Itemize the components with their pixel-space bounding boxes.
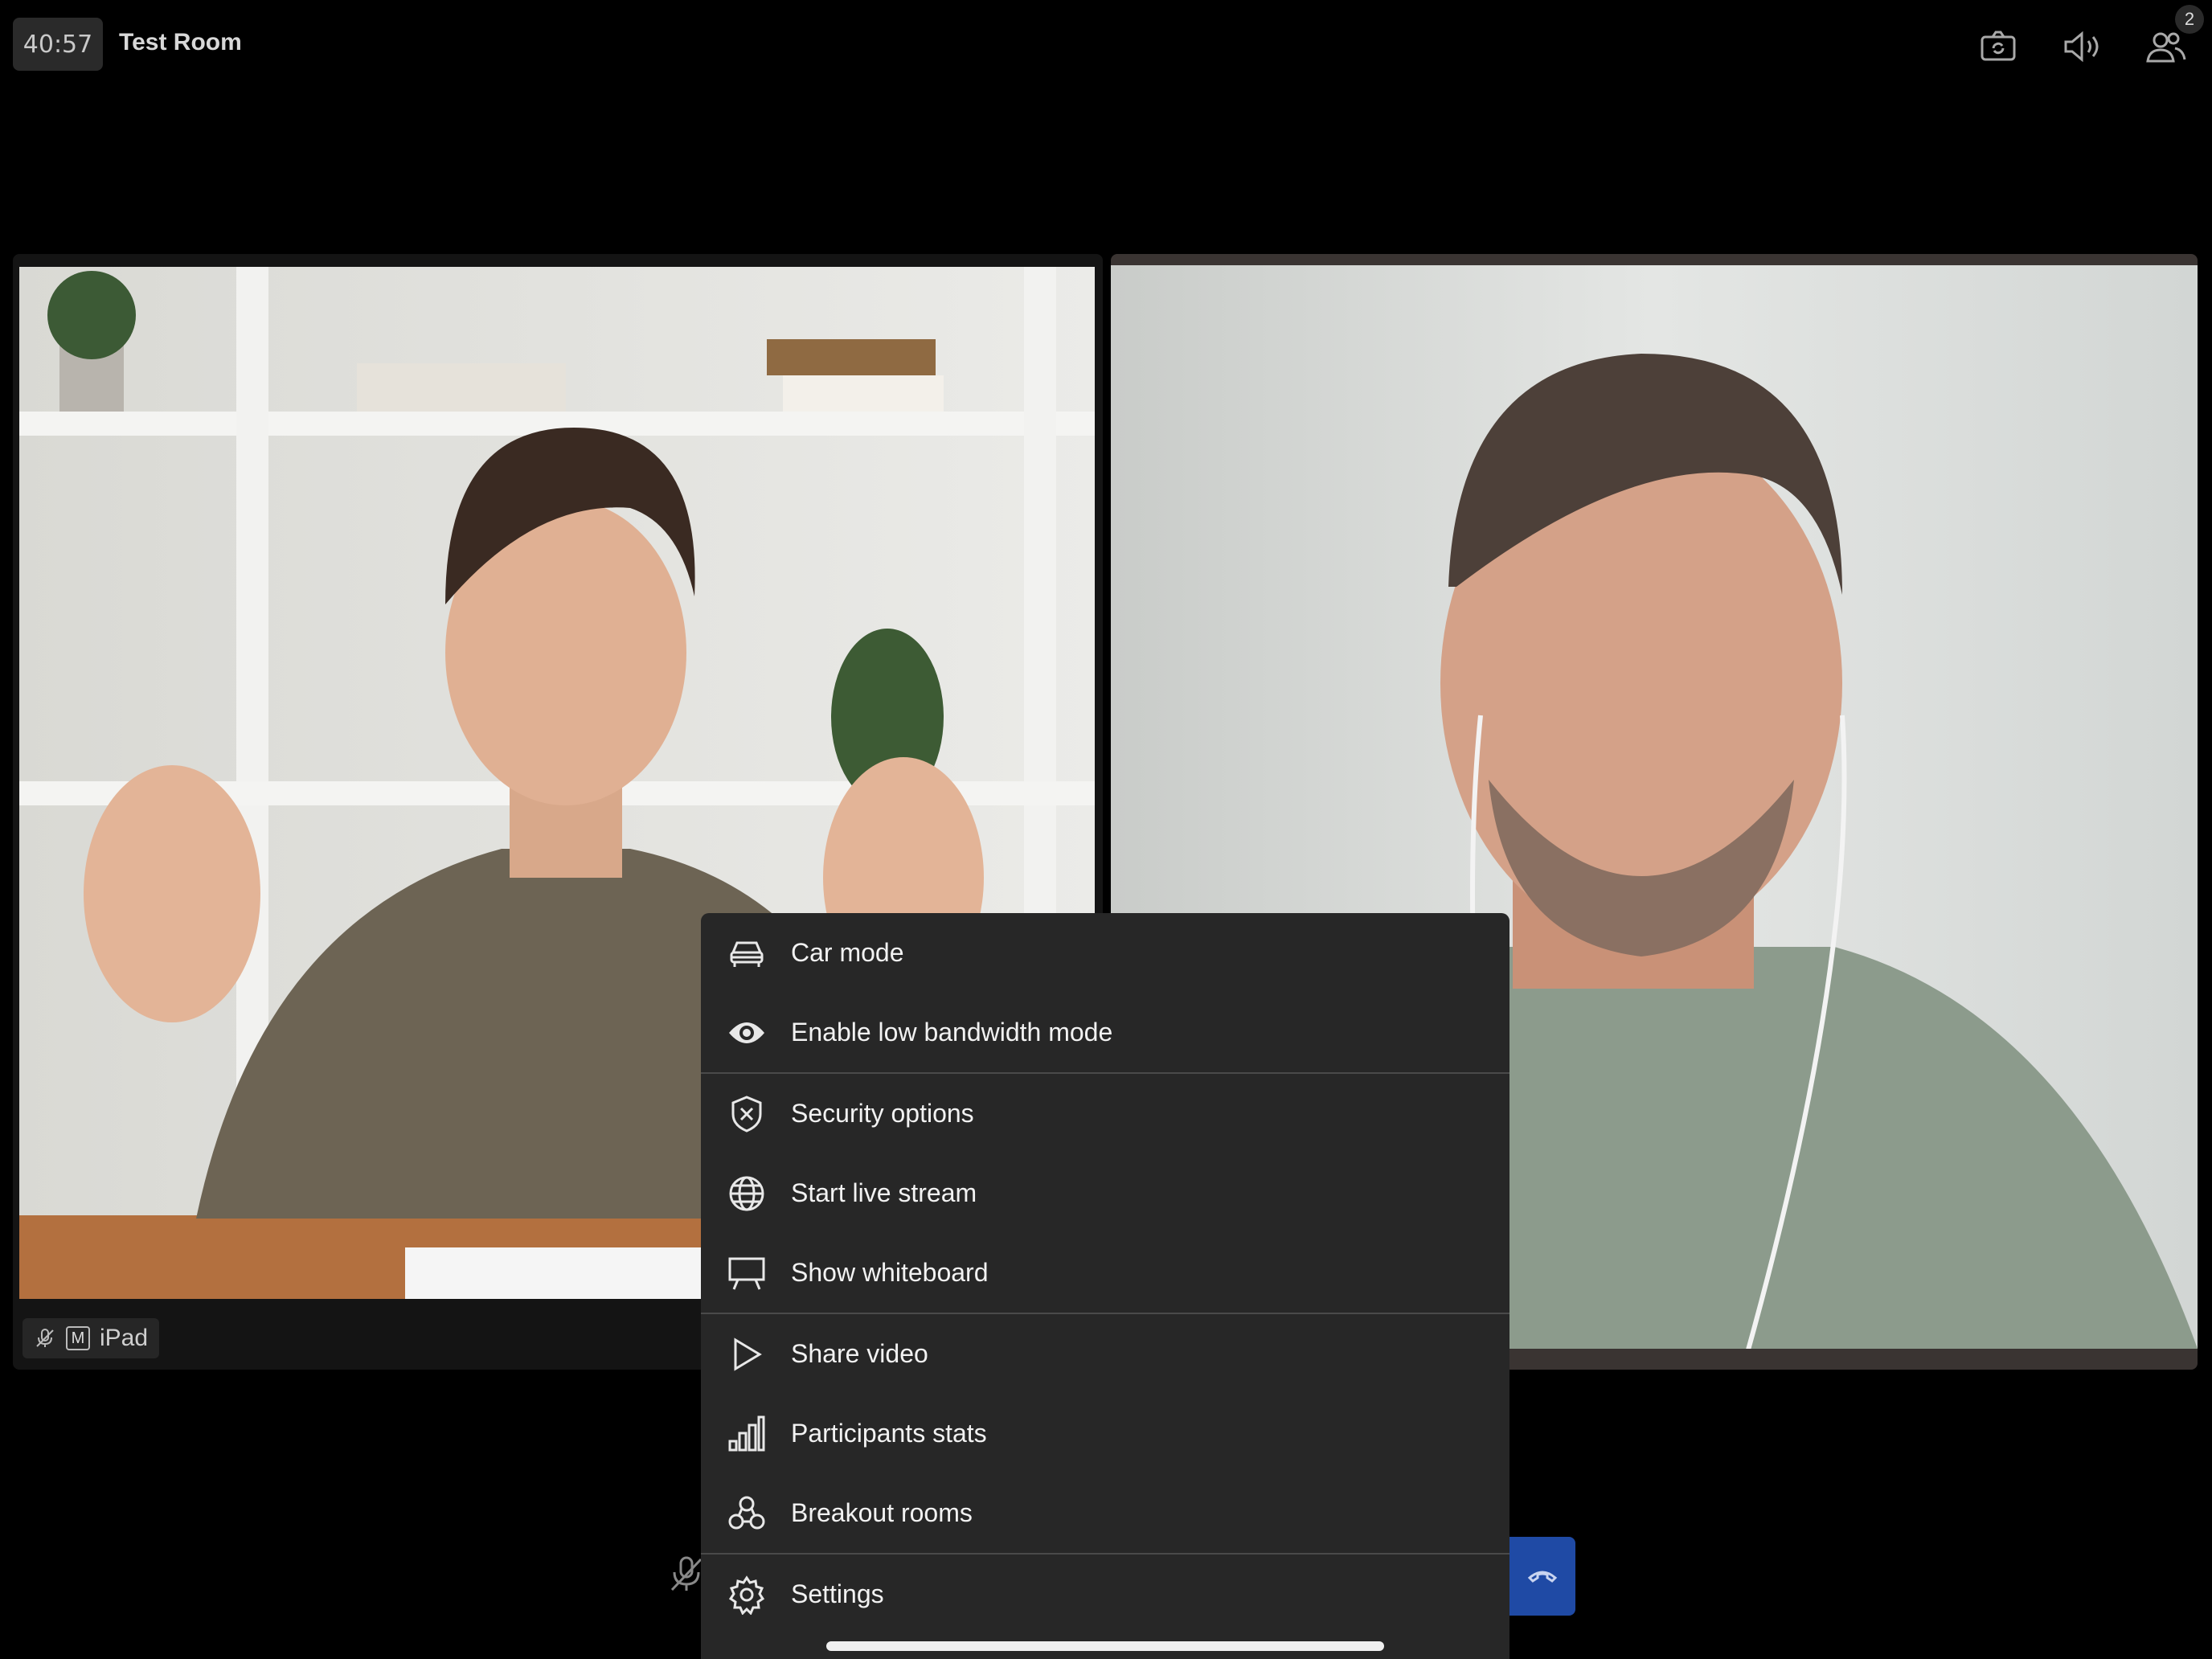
menu-item-label: Show whiteboard — [791, 1258, 989, 1287]
menu-item-breakout-rooms[interactable]: Breakout rooms — [701, 1473, 1509, 1553]
gear-icon — [727, 1575, 767, 1616]
menu-item-label: Share video — [791, 1339, 928, 1368]
menu-item-settings[interactable]: Settings — [701, 1555, 1509, 1634]
menu-item-label: Settings — [791, 1579, 884, 1608]
eye-icon — [727, 1013, 767, 1053]
whiteboard-icon — [727, 1253, 767, 1293]
participant-name: iPad — [100, 1325, 149, 1351]
menu-item-live-stream[interactable]: Start live stream — [701, 1153, 1509, 1233]
speaker-icon[interactable] — [2059, 24, 2104, 69]
participant-name-label: M iPad — [23, 1318, 160, 1358]
home-indicator[interactable] — [826, 1641, 1384, 1651]
room-name: Test Room — [119, 29, 242, 55]
menu-item-label: Breakout rooms — [791, 1498, 973, 1527]
mic-muted-icon — [34, 1327, 56, 1350]
participant-count-badge: 2 — [2175, 5, 2204, 34]
menu-item-whiteboard[interactable]: Show whiteboard — [701, 1233, 1509, 1313]
menu-item-label: Car mode — [791, 938, 904, 967]
globe-icon — [727, 1174, 767, 1214]
menu-item-label: Security options — [791, 1099, 974, 1128]
call-timer: 40:57 — [13, 18, 103, 71]
top-bar: 40:57 Test Room 2 — [0, 0, 2212, 96]
car-icon — [727, 933, 767, 973]
bar-chart-icon — [727, 1414, 767, 1454]
end-call-button[interactable] — [1509, 1537, 1575, 1616]
menu-item-share-video[interactable]: Share video — [701, 1314, 1509, 1394]
breakout-icon — [727, 1493, 767, 1534]
menu-item-label: Participants stats — [791, 1419, 987, 1448]
hangup-icon — [1525, 1557, 1560, 1596]
menu-item-label: Enable low bandwidth mode — [791, 1018, 1113, 1047]
menu-item-car-mode[interactable]: Car mode — [701, 913, 1509, 993]
overflow-menu: Car mode Enable low bandwidth mode Secur… — [701, 913, 1509, 1659]
menu-item-label: Start live stream — [791, 1178, 977, 1207]
menu-item-participants-stats[interactable]: Participants stats — [701, 1394, 1509, 1473]
camera-switch-icon[interactable] — [1976, 24, 2021, 69]
shield-icon — [727, 1094, 767, 1134]
play-icon — [727, 1334, 767, 1374]
menu-item-security-options[interactable]: Security options — [701, 1074, 1509, 1153]
moderator-badge: M — [66, 1326, 90, 1350]
menu-item-low-bandwidth[interactable]: Enable low bandwidth mode — [701, 993, 1509, 1072]
